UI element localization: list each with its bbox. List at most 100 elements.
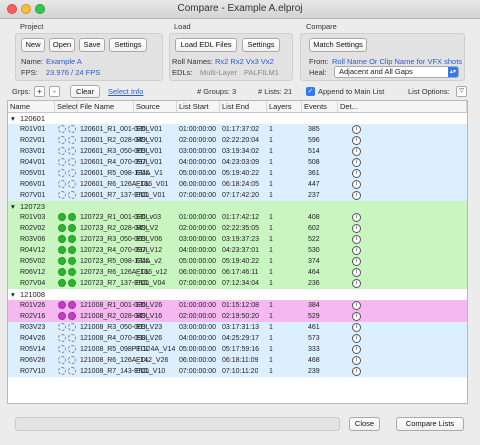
select-left-icon[interactable]	[58, 224, 66, 232]
info-icon[interactable]: i	[352, 180, 361, 189]
col-source-header[interactable]: Source	[134, 101, 177, 112]
info-icon[interactable]: i	[352, 158, 361, 167]
list-options-button[interactable]: ▽	[456, 86, 467, 97]
info-icon[interactable]: i	[352, 136, 361, 145]
group-row[interactable]: ▾ 120723	[8, 201, 467, 212]
select-right-icon[interactable]	[68, 334, 76, 342]
select-left-icon[interactable]	[58, 279, 66, 287]
col-details-header[interactable]: Det...	[338, 101, 467, 112]
select-left-icon[interactable]	[58, 136, 66, 144]
select-left-icon[interactable]	[58, 235, 66, 243]
select-right-icon[interactable]	[68, 367, 76, 375]
select-right-icon[interactable]	[68, 268, 76, 276]
select-left-icon[interactable]	[58, 257, 66, 265]
col-layers-header[interactable]: Layers	[267, 101, 302, 112]
select-left-icon[interactable]	[58, 169, 66, 177]
select-right-icon[interactable]	[68, 125, 76, 133]
info-icon[interactable]: i	[352, 169, 361, 178]
info-icon[interactable]: i	[352, 301, 361, 310]
compare-lists-button[interactable]: Compare Lists	[396, 417, 464, 431]
info-icon[interactable]: i	[352, 367, 361, 376]
select-left-icon[interactable]	[58, 312, 66, 320]
maximize-window-icon[interactable]	[35, 4, 45, 14]
info-icon[interactable]: i	[352, 191, 361, 200]
clear-button[interactable]: Clear	[70, 85, 100, 98]
select-info-link[interactable]: Select Info	[108, 87, 143, 96]
select-left-icon[interactable]	[58, 356, 66, 364]
select-right-icon[interactable]	[68, 180, 76, 188]
select-left-icon[interactable]	[58, 323, 66, 331]
close-window-icon[interactable]	[7, 4, 17, 14]
info-icon[interactable]: i	[352, 312, 361, 321]
group-row[interactable]: ▾ 120601	[8, 113, 467, 124]
info-icon[interactable]: i	[352, 345, 361, 354]
info-icon[interactable]: i	[352, 213, 361, 222]
new-button[interactable]: New	[21, 38, 45, 52]
select-left-icon[interactable]	[58, 301, 66, 309]
select-left-icon[interactable]	[58, 180, 66, 188]
select-left-icon[interactable]	[58, 158, 66, 166]
minimize-window-icon[interactable]	[21, 4, 31, 14]
remove-group-button[interactable]: -	[49, 86, 60, 97]
select-right-icon[interactable]	[68, 169, 76, 177]
col-list-end-header[interactable]: List End	[220, 101, 267, 112]
select-left-icon[interactable]	[58, 125, 66, 133]
info-icon[interactable]: i	[352, 125, 361, 134]
match-settings-button[interactable]: Match Settings	[309, 38, 367, 52]
select-right-icon[interactable]	[68, 147, 76, 155]
select-right-icon[interactable]	[68, 224, 76, 232]
col-file-name-header[interactable]: File Name	[78, 101, 134, 112]
select-right-icon[interactable]	[68, 136, 76, 144]
info-icon[interactable]: i	[352, 356, 361, 365]
open-button[interactable]: Open	[49, 38, 75, 52]
select-right-icon[interactable]	[68, 345, 76, 353]
info-icon[interactable]: i	[352, 279, 361, 288]
group-row[interactable]: ▾ 121008	[8, 289, 467, 300]
load-edl-files-button[interactable]: Load EDL Files	[175, 38, 237, 52]
select-right-icon[interactable]	[68, 246, 76, 254]
cell-events: 461	[308, 324, 320, 331]
select-right-icon[interactable]	[68, 279, 76, 287]
info-icon[interactable]: i	[352, 224, 361, 233]
select-left-icon[interactable]	[58, 246, 66, 254]
col-name-header[interactable]: Name	[8, 101, 55, 112]
save-button[interactable]: Save	[79, 38, 105, 52]
append-checkbox[interactable]: ✓	[306, 87, 315, 96]
select-right-icon[interactable]	[68, 191, 76, 199]
select-right-icon[interactable]	[68, 257, 76, 265]
select-right-icon[interactable]	[68, 312, 76, 320]
select-right-icon[interactable]	[68, 323, 76, 331]
select-left-icon[interactable]	[58, 213, 66, 221]
disclosure-triangle-icon[interactable]: ▾	[11, 289, 15, 300]
heal-select[interactable]: Adjacent and All Gaps ▴▾	[334, 66, 459, 78]
select-right-icon[interactable]	[68, 158, 76, 166]
info-icon[interactable]: i	[352, 334, 361, 343]
load-settings-button[interactable]: Settings	[242, 38, 280, 52]
info-icon[interactable]: i	[352, 147, 361, 156]
table-row[interactable]: R07V10 121008_R7_143-END_V10 EDL 07:00:00:0…	[8, 366, 467, 378]
info-icon[interactable]: i	[352, 268, 361, 277]
select-left-icon[interactable]	[58, 334, 66, 342]
select-right-icon[interactable]	[68, 235, 76, 243]
disclosure-triangle-icon[interactable]: ▾	[11, 113, 15, 124]
project-settings-button[interactable]: Settings	[109, 38, 147, 52]
info-icon[interactable]: i	[352, 235, 361, 244]
from-value[interactable]: Roll Name Or Clip Name for VFX shots	[332, 57, 462, 66]
select-right-icon[interactable]	[68, 301, 76, 309]
select-right-icon[interactable]	[68, 356, 76, 364]
info-icon[interactable]: i	[352, 257, 361, 266]
disclosure-triangle-icon[interactable]: ▾	[11, 201, 15, 212]
col-list-start-header[interactable]: List Start	[177, 101, 220, 112]
info-icon[interactable]: i	[352, 246, 361, 255]
col-select-header[interactable]: Select	[55, 101, 78, 112]
select-left-icon[interactable]	[58, 345, 66, 353]
select-left-icon[interactable]	[58, 147, 66, 155]
select-left-icon[interactable]	[58, 367, 66, 375]
select-left-icon[interactable]	[58, 268, 66, 276]
select-left-icon[interactable]	[58, 191, 66, 199]
close-button[interactable]: Close	[349, 417, 380, 431]
add-group-button[interactable]: +	[34, 86, 45, 97]
info-icon[interactable]: i	[352, 323, 361, 332]
col-events-header[interactable]: Events	[302, 101, 338, 112]
select-right-icon[interactable]	[68, 213, 76, 221]
